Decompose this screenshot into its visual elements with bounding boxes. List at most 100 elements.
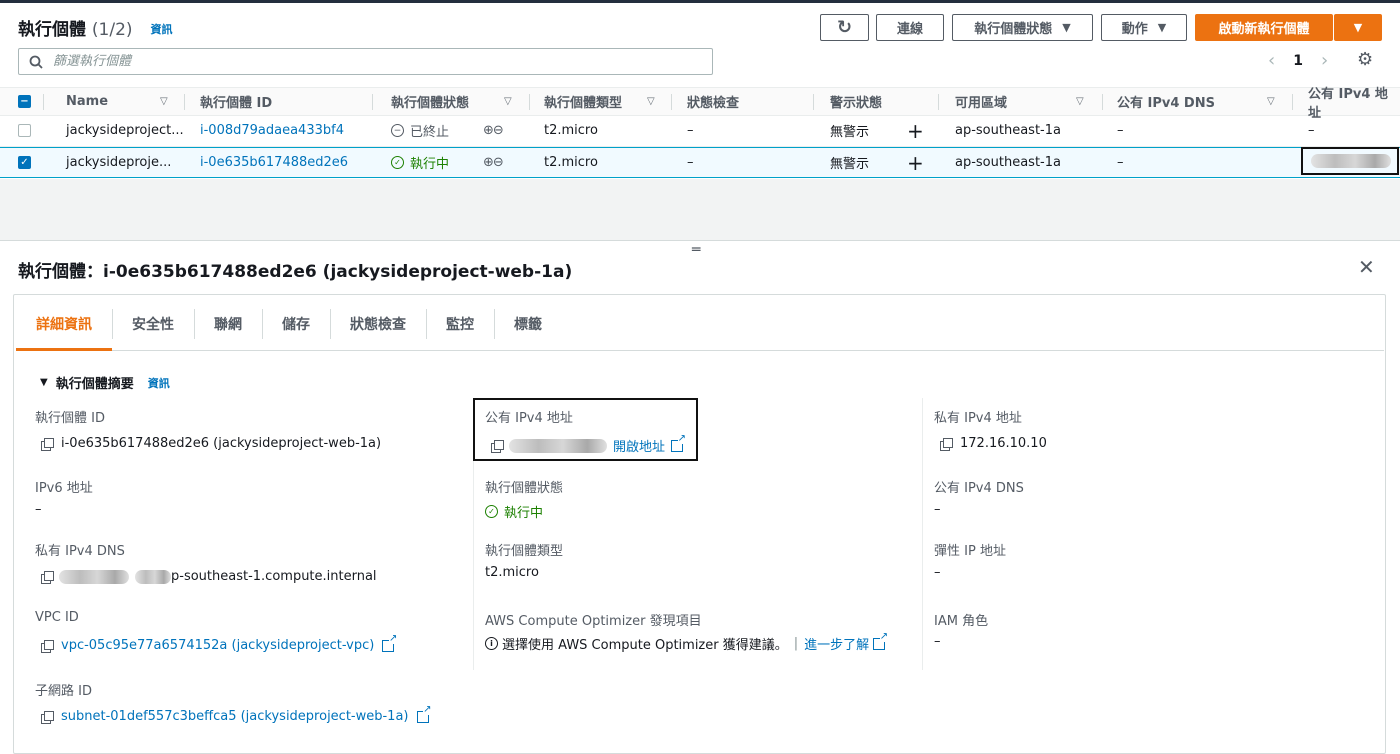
tab-networking[interactable]: 聯網 <box>194 297 262 351</box>
column-header-az[interactable]: 可用區域 ▽ <box>955 88 1095 115</box>
empty-table-area <box>0 179 1400 241</box>
instance-id-link[interactable]: i-008d79adaea433bf4 <box>200 116 344 145</box>
state-value: ✓ 執行中 <box>485 502 543 521</box>
resize-handle-icon[interactable]: ═ <box>692 242 700 258</box>
details-card <box>13 294 1386 754</box>
tab-tags[interactable]: 標籤 <box>494 297 562 351</box>
column-header-id[interactable]: 執行個體 ID <box>200 88 272 115</box>
page-title-text: 執行個體 <box>18 20 86 40</box>
tab-security[interactable]: 安全性 <box>112 297 194 351</box>
external-link-icon[interactable] <box>873 631 889 650</box>
column-header-type[interactable]: 執行個體類型 ▽ <box>544 88 664 115</box>
copy-icon[interactable] <box>41 437 54 451</box>
private-dns-suffix: p-southeast-1.compute.internal <box>171 569 377 584</box>
open-address-link[interactable]: 開啟地址 <box>613 436 665 455</box>
chevron-left-icon[interactable]: ‹ <box>1268 50 1275 71</box>
gear-icon[interactable]: ⚙ <box>1357 49 1373 70</box>
launch-dropdown-button[interactable]: ▼ <box>1334 14 1382 41</box>
check-icon: ✓ <box>18 156 31 169</box>
tab-details[interactable]: 詳細資訊 <box>16 297 112 351</box>
selection-count: (1/2) <box>91 20 133 40</box>
external-link-icon[interactable] <box>671 433 687 452</box>
add-alarm-icon[interactable]: + <box>907 116 924 145</box>
instance-state-button[interactable]: 執行個體狀態 ▼ <box>952 14 1093 41</box>
add-alarm-icon[interactable]: + <box>907 148 924 177</box>
instance-id-value: i-0e635b617488ed2e6 (jackysideproject-we… <box>41 436 381 451</box>
running-icon: ✓ <box>391 156 404 169</box>
detail-tabs: 詳細資訊 安全性 聯網 儲存 狀態檢查 監控 標籤 <box>16 297 1384 351</box>
external-link-icon[interactable] <box>382 633 398 652</box>
instance-id-text: i-0e635b617488ed2e6 (jackysideproject-we… <box>61 436 382 451</box>
column-header-status-check[interactable]: 狀態檢查 <box>687 88 739 115</box>
column-divider <box>938 94 939 110</box>
tab-monitoring[interactable]: 監控 <box>426 297 494 351</box>
column-divider <box>922 398 923 670</box>
column-divider <box>184 94 185 110</box>
zoom-icon[interactable]: ⊕⊖ <box>483 116 504 145</box>
instance-id-link[interactable]: i-0e635b617488ed2e6 <box>200 148 348 177</box>
refresh-button[interactable]: ↻ <box>820 14 869 41</box>
subnet-text[interactable]: subnet-01def557c3beffca5 (jackysideproje… <box>61 709 409 724</box>
info-link[interactable]: 資訊 <box>148 375 170 391</box>
sort-icon[interactable]: ▽ <box>1076 96 1084 107</box>
info-link[interactable]: 資訊 <box>150 23 172 36</box>
column-header-alarm[interactable]: 警示狀態 <box>830 88 882 115</box>
public-dns: – <box>1117 123 1124 138</box>
sort-icon[interactable]: ▽ <box>160 96 168 107</box>
table-row[interactable]: jackysideproject... i-008d79adaea433bf4 … <box>0 116 1400 147</box>
copy-icon[interactable] <box>41 570 54 584</box>
actions-button[interactable]: 動作 ▼ <box>1101 14 1187 41</box>
zoom-icon[interactable]: ⊕⊖ <box>483 148 504 177</box>
external-link-icon[interactable] <box>416 704 432 723</box>
subnet-link[interactable]: subnet-01def557c3beffca5 (jackysideproje… <box>41 704 432 724</box>
caret-down-icon: ▼ <box>1353 21 1363 34</box>
column-label: 執行個體 ID <box>200 96 273 111</box>
table-row[interactable]: ✓ jackysideproje... i-0e635b617488ed2e6 … <box>0 147 1400 178</box>
row-checkbox[interactable] <box>18 116 31 145</box>
public-ip: – <box>1308 123 1315 138</box>
copy-icon[interactable] <box>491 439 504 453</box>
column-header-public-dns[interactable]: 公有 IPv4 DNS ▽ <box>1117 88 1282 115</box>
optimizer-separator: | <box>793 636 799 651</box>
caret-down-icon[interactable]: ▼ <box>40 377 48 388</box>
checkbox-icon <box>18 124 31 137</box>
column-header-public-ip[interactable]: 公有 IPv4 地址 <box>1308 87 1400 121</box>
column-label: 狀態檢查 <box>687 96 740 111</box>
private-ip-label: 私有 IPv4 地址 <box>934 411 1022 426</box>
column-divider <box>529 94 530 110</box>
column-header-state[interactable]: 執行個體狀態 ▽ <box>391 88 521 115</box>
search-icon <box>29 55 43 69</box>
copy-icon[interactable] <box>41 639 54 653</box>
column-header-name[interactable]: Name ▽ <box>66 88 176 115</box>
search-bar[interactable] <box>18 48 713 75</box>
launch-instance-button[interactable]: 啟動新執行個體 <box>1195 14 1333 41</box>
indeterminate-checkbox-icon: − <box>18 95 31 108</box>
sort-icon[interactable]: ▽ <box>1267 96 1275 107</box>
availability-zone: ap-southeast-1a <box>955 123 1061 138</box>
search-input[interactable] <box>53 54 653 69</box>
instance-id-label: 執行個體 ID <box>35 411 105 426</box>
vpc-link[interactable]: vpc-05c95e77a6574152a (jackysideproject-… <box>41 633 398 653</box>
column-divider <box>671 94 672 110</box>
select-all-checkbox[interactable]: − <box>18 88 31 115</box>
copy-icon[interactable] <box>940 437 953 451</box>
page-number[interactable]: 1 <box>1293 53 1303 69</box>
copy-icon[interactable] <box>41 710 54 724</box>
vpc-text[interactable]: vpc-05c95e77a6574152a (jackysideproject-… <box>61 638 374 653</box>
detail-title: 執行個體：i-0e635b617488ed2e6 (jackysideproje… <box>18 262 573 282</box>
instance-state-label: 執行個體狀態 <box>974 22 1053 37</box>
section-header[interactable]: ▼ 執行個體摘要 資訊 <box>40 373 170 393</box>
close-icon[interactable]: ✕ <box>1358 255 1375 279</box>
public-ip-value: 開啟地址 <box>491 433 687 455</box>
tab-status-checks[interactable]: 狀態檢查 <box>330 297 426 351</box>
column-divider <box>372 94 373 110</box>
connect-button[interactable]: 連線 <box>876 14 944 41</box>
row-checkbox[interactable]: ✓ <box>18 148 31 177</box>
learn-more-link[interactable]: 進一步了解 <box>804 634 869 653</box>
sort-icon[interactable]: ▽ <box>647 96 655 107</box>
chevron-right-icon[interactable]: › <box>1321 50 1328 71</box>
tab-storage[interactable]: 儲存 <box>262 297 330 351</box>
sort-icon[interactable]: ▽ <box>504 96 512 107</box>
vpc-label: VPC ID <box>35 610 79 625</box>
instance-state: ✓ 執行中 <box>391 148 449 177</box>
